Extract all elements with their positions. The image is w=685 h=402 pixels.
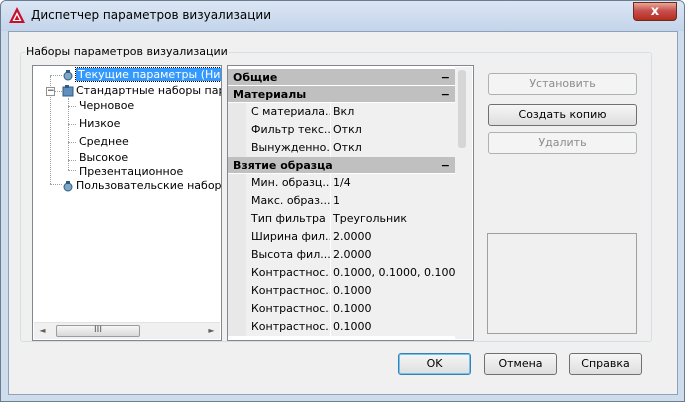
property-grid[interactable]: Общие − Материалы − С материала... Вкл Ф… <box>227 65 474 341</box>
property-row[interactable]: Контрастнос... 0.1000 <box>228 282 456 300</box>
property-name: Контрастнос... <box>246 318 330 336</box>
tree-connector <box>68 170 76 171</box>
property-name: Мин. образц... <box>246 174 330 192</box>
property-value[interactable]: 0.1000, 0.1000, 0.1000... <box>331 264 456 282</box>
delete-button[interactable]: Удалить <box>488 132 637 154</box>
scroll-right-icon[interactable]: ► <box>203 323 220 339</box>
property-vertical-scrollbar[interactable] <box>455 67 472 339</box>
property-name: Высота фил... <box>246 246 330 264</box>
tree-connector <box>50 184 62 185</box>
scroll-thumb[interactable] <box>458 70 466 148</box>
property-list: Общие − Материалы − С материала... Вкл Ф… <box>228 69 456 336</box>
property-row[interactable]: Контрастнос... 0.1000 <box>228 318 456 336</box>
category-sampling[interactable]: Взятие образца − <box>228 157 456 174</box>
tree-item-label: Пользовательские наборы параметров визуа… <box>76 179 222 192</box>
teapot-folder-icon <box>62 85 74 97</box>
property-value[interactable]: 0.1000 <box>331 282 456 300</box>
tree-item-label: Текущие параметры (Низкое) <box>75 67 221 82</box>
property-row[interactable]: Тип фильтра Треугольник <box>228 210 456 228</box>
close-icon: x <box>650 4 660 19</box>
property-name: Фильтр текс... <box>246 121 330 139</box>
property-row[interactable]: Ширина фил... 2.0000 <box>228 228 456 246</box>
property-value[interactable]: 1 <box>331 192 456 210</box>
category-label: Материалы <box>233 88 307 101</box>
property-row[interactable]: Вынужденно... Откл <box>228 139 456 157</box>
create-copy-button[interactable]: Создать копию <box>488 104 637 126</box>
property-value[interactable]: 2.0000 <box>331 228 456 246</box>
property-value[interactable]: Откл <box>331 121 456 139</box>
teapot-icon <box>63 181 73 192</box>
tree-item-label: Черновое <box>79 99 135 112</box>
property-value[interactable]: 1/4 <box>331 174 456 192</box>
grip-icon: III <box>94 325 102 335</box>
property-row[interactable]: Контрастнос... 0.1000, 0.1000, 0.1000... <box>228 264 456 282</box>
window-title: Диспетчер параметров визуализации <box>31 8 272 22</box>
property-name: Тип фильтра <box>246 210 330 228</box>
render-presets-dialog: Диспетчер параметров визуализации x Набо… <box>0 0 685 402</box>
tree-connector <box>68 106 76 107</box>
presets-tree[interactable]: Текущие параметры (Низкое) − Стандартные… <box>32 65 222 341</box>
cancel-button[interactable]: Отмена <box>484 353 557 375</box>
collapse-icon[interactable]: − <box>441 157 450 174</box>
tree-item-current[interactable]: Текущие параметры (Низкое) <box>62 67 221 83</box>
property-row[interactable]: Мин. образц... 1/4 <box>228 174 456 192</box>
property-value[interactable]: 0.1000 <box>331 300 456 318</box>
property-name: С материала... <box>246 103 330 121</box>
category-materials[interactable]: Материалы − <box>228 86 456 103</box>
property-value[interactable]: 2.0000 <box>331 246 456 264</box>
tree-item-custom-presets[interactable]: Пользовательские наборы параметров визуа… <box>62 178 222 194</box>
scroll-left-icon[interactable]: ◄ <box>34 323 51 339</box>
tree-item-standard-presets[interactable]: Стандартные наборы параметров визуализац… <box>62 83 221 99</box>
property-value[interactable]: Откл <box>331 139 456 157</box>
presets-group-label: Наборы параметров визуализации <box>25 45 229 58</box>
close-button[interactable]: x <box>633 2 677 21</box>
tree-item-label: Среднее <box>79 135 129 148</box>
property-name: Ширина фил... <box>246 228 330 246</box>
scroll-thumb[interactable]: III <box>56 325 140 337</box>
category-label: Общие <box>233 71 278 84</box>
preset-preview-thumbnail <box>487 233 637 334</box>
category-general[interactable]: Общие − <box>228 69 456 86</box>
ok-button[interactable]: OK <box>398 353 471 375</box>
property-row[interactable]: Фильтр текс... Откл <box>228 121 456 139</box>
title-bar[interactable]: Диспетчер параметров визуализации x <box>1 1 684 31</box>
tree-item-medium[interactable]: Среднее <box>79 134 129 150</box>
tree-connector <box>50 75 62 76</box>
property-row[interactable]: С материала... Вкл <box>228 103 456 121</box>
help-button[interactable]: Справка <box>569 353 642 375</box>
property-name: Контрастнос... <box>246 264 330 282</box>
property-row[interactable]: Макс. образ... 1 <box>228 192 456 210</box>
collapse-icon[interactable]: − <box>441 69 450 86</box>
tree-connector <box>68 124 76 125</box>
teapot-icon <box>63 70 73 81</box>
property-row[interactable]: Высота фил... 2.0000 <box>228 246 456 264</box>
tree-horizontal-scrollbar[interactable]: ◄ III ► <box>34 322 220 339</box>
tree-item-label: Стандартные наборы параметров визуализац… <box>76 84 221 97</box>
tree-item-label: Высокое <box>79 151 129 164</box>
autocad-logo-icon <box>9 7 25 23</box>
tree-connector <box>68 160 76 161</box>
collapse-icon[interactable]: − <box>441 86 450 103</box>
property-value[interactable]: 0.1000 <box>331 318 456 336</box>
tree-item-label: Презентационное <box>79 165 184 178</box>
tree-item-draft[interactable]: Черновое <box>79 98 134 114</box>
property-row[interactable]: Контрастнос... 0.1000 <box>228 300 456 318</box>
property-name: Контрастнос... <box>246 300 330 318</box>
property-value[interactable]: Треугольник <box>331 210 456 228</box>
tree-item-label: Низкое <box>79 117 121 130</box>
set-current-button[interactable]: Установить <box>488 73 637 95</box>
property-value[interactable]: Вкл <box>331 103 456 121</box>
property-name: Контрастнос... <box>246 282 330 300</box>
expand-collapse-icon[interactable]: − <box>46 87 55 96</box>
tree-connector <box>68 142 76 143</box>
property-name: Вынужденно... <box>246 139 330 157</box>
tree-item-low[interactable]: Низкое <box>79 116 120 132</box>
property-name: Макс. образ... <box>246 192 330 210</box>
category-label: Взятие образца <box>233 159 333 172</box>
